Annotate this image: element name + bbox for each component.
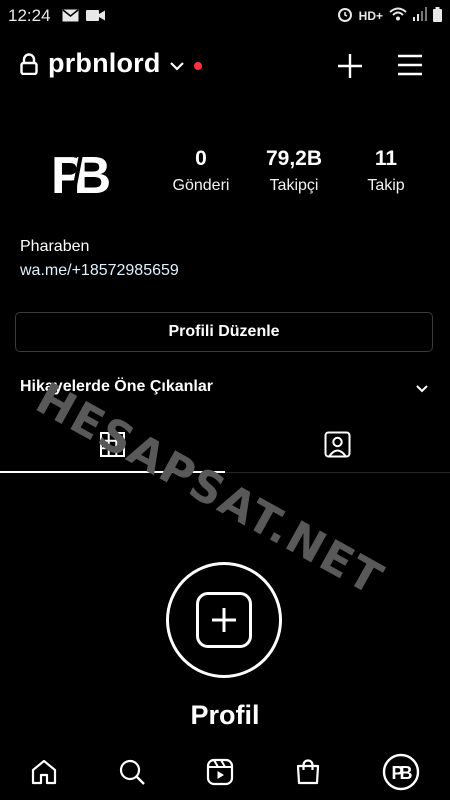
menu-icon[interactable] [397, 53, 423, 82]
signal-icon [413, 7, 427, 24]
notification-dot [194, 62, 202, 70]
status-bar: 12:24 HD+ [0, 0, 450, 30]
bio-link[interactable]: wa.me/+18572985659 [20, 262, 179, 280]
active-tab-indicator [0, 471, 225, 473]
tagged-icon[interactable] [324, 431, 351, 463]
search-icon[interactable] [118, 758, 146, 791]
bio-name: Pharaben [20, 238, 90, 255]
stat-followers-value: 79,2B [265, 147, 323, 170]
stat-posts[interactable]: 0 Gönderi [156, 147, 246, 195]
grid-icon[interactable] [100, 432, 125, 462]
create-post-icon [196, 592, 252, 648]
stat-posts-value: 0 [195, 147, 207, 170]
status-right: HD+ [337, 6, 442, 25]
username[interactable]: prbnlord [48, 48, 161, 79]
chevron-down-icon[interactable] [169, 59, 185, 77]
highlights-chevron-icon[interactable] [415, 381, 429, 399]
wifi-icon [389, 7, 407, 24]
bottom-nav: PB [0, 748, 450, 800]
network-type: HD+ [358, 8, 383, 23]
status-time: 12:24 [8, 6, 51, 25]
stat-posts-label: Gönderi [172, 177, 230, 194]
profile-avatar-icon[interactable]: PB [382, 753, 420, 796]
mail-icon [62, 9, 79, 27]
edit-profile-button[interactable]: Profili Düzenle [15, 312, 433, 352]
home-icon[interactable] [30, 758, 58, 791]
create-post-button[interactable] [166, 562, 282, 678]
lock-icon [20, 53, 38, 80]
stat-followers-label: Takipçi [269, 177, 319, 194]
stat-following-label: Takip [367, 177, 405, 194]
stat-following-value: 11 [374, 147, 398, 170]
profile-avatar[interactable]: PB [50, 135, 122, 205]
svg-text:PB: PB [392, 763, 413, 783]
story-highlights-label: Hikayelerde Öne Çıkanlar [20, 378, 213, 395]
shop-icon[interactable] [294, 758, 322, 791]
video-icon [86, 9, 105, 27]
battery-icon [433, 6, 442, 25]
alarm-icon [337, 6, 353, 25]
stat-following[interactable]: 11 Takip [341, 147, 431, 195]
stat-followers[interactable]: 79,2B Takipçi [249, 147, 339, 195]
empty-state-title: Profil [190, 700, 260, 730]
reels-icon[interactable] [206, 758, 234, 791]
add-icon[interactable] [336, 52, 364, 85]
pb-logo: PB [51, 138, 122, 205]
